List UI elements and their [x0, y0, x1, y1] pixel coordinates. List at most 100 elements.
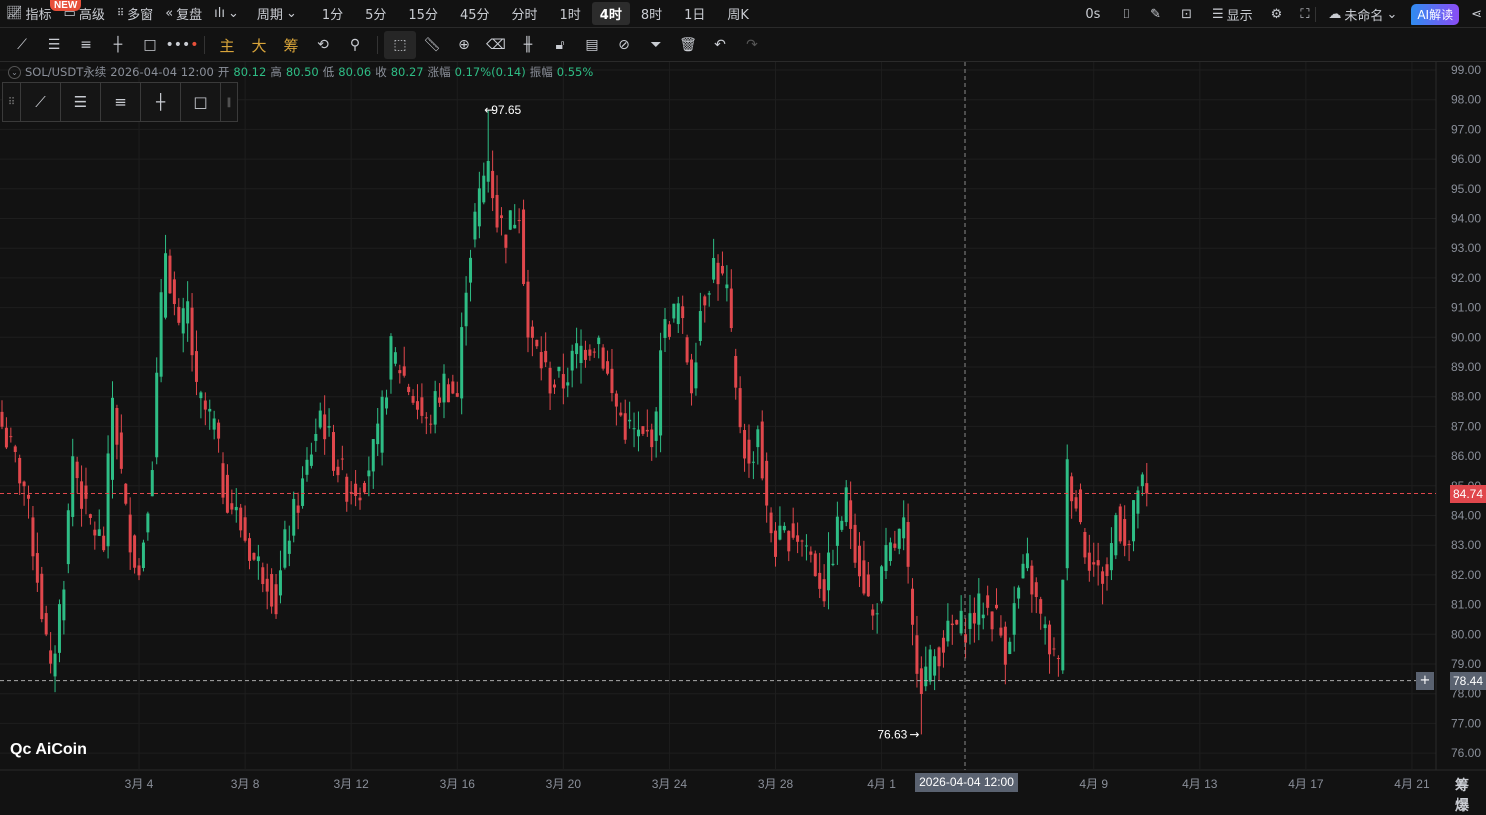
- trend-line-icon[interactable]: ⟋: [6, 31, 38, 59]
- candlestick-chart[interactable]: 99.00 98.00 97.00 96.00 95.00 94.00 93.00 92.00…: [0, 62, 1486, 800]
- candle-body: [274, 584, 278, 615]
- candle-datetime: 2026-04-04 12:00: [110, 65, 214, 79]
- drag-handle-icon[interactable]: ⠿: [3, 83, 21, 121]
- main-indicator-button[interactable]: 主: [211, 31, 243, 59]
- candle-body: [22, 481, 26, 487]
- fullscreen-icon[interactable]: ⛶: [1294, 6, 1317, 22]
- period-tab[interactable]: 分时: [501, 4, 549, 23]
- parallel-lines-icon[interactable]: ☰: [61, 83, 101, 121]
- horizontal-ray-icon[interactable]: ┼: [141, 83, 181, 121]
- multi-window-button[interactable]: ⠿ 多窗: [111, 4, 159, 23]
- zoom-icon[interactable]: ⊕: [448, 31, 480, 59]
- candle-body: [1061, 579, 1065, 671]
- chart-type-dropdown[interactable]: ılı ⌄: [208, 6, 245, 21]
- share-icon[interactable]: ⋖: [1467, 7, 1486, 22]
- link-icon[interactable]: ⊘: [608, 31, 640, 59]
- magnet-icon[interactable]: ⚲: [339, 31, 371, 59]
- period-dropdown[interactable]: 周期 ⌄: [251, 4, 303, 23]
- camera-icon[interactable]: ⌷: [1116, 7, 1136, 22]
- candle-body: [429, 423, 433, 425]
- collapse-icon[interactable]: ⌄: [8, 65, 21, 79]
- trash-icon[interactable]: 🗑︎: [672, 31, 704, 59]
- big-order-button[interactable]: 大: [243, 31, 275, 59]
- settings-icon[interactable]: ⚙: [1265, 7, 1289, 22]
- candle-body: [301, 478, 305, 506]
- candle-body: [835, 516, 839, 546]
- ai-interpret-button[interactable]: AI解读: [1411, 3, 1460, 25]
- candles-icon[interactable]: ╫: [512, 31, 544, 59]
- period-tab[interactable]: 8时: [630, 4, 673, 23]
- new-badge: NEW: [50, 0, 82, 11]
- candle-body: [18, 457, 22, 484]
- layout-name-dropdown[interactable]: ☁ 未命名 ⌄: [1322, 5, 1403, 24]
- candle-body: [309, 454, 313, 466]
- candle-body: [1048, 624, 1052, 655]
- candle-body: [172, 279, 176, 305]
- candle-body: [35, 553, 39, 583]
- rectangle-icon[interactable]: □: [134, 31, 166, 59]
- parallel-lines-icon[interactable]: ☰: [38, 31, 70, 59]
- candle-body: [698, 311, 702, 341]
- candle-body: [345, 476, 349, 502]
- period-tab[interactable]: 45分: [449, 4, 501, 23]
- chip-button[interactable]: 筹: [275, 31, 307, 59]
- candle-body: [787, 530, 791, 552]
- trend-line-icon[interactable]: ⟋: [21, 83, 61, 121]
- rectangle-icon[interactable]: □: [181, 83, 221, 121]
- horizontal-lines-icon[interactable]: ≡: [70, 31, 102, 59]
- x-tick-label: 3月 8: [231, 777, 260, 791]
- more-icon[interactable]: ••• •: [165, 31, 198, 59]
- eraser-icon[interactable]: ⌫: [480, 31, 512, 59]
- select-icon[interactable]: ⬚: [384, 31, 416, 59]
- candle-body: [791, 523, 795, 538]
- candle-body: [796, 535, 800, 542]
- undo-icon[interactable]: ↶: [704, 31, 736, 59]
- pencil-icon[interactable]: ✎: [1144, 7, 1167, 22]
- candle-body: [902, 517, 906, 539]
- candle-body: [915, 635, 919, 674]
- candle-body: [968, 613, 972, 629]
- period-tab[interactable]: 1日: [673, 4, 716, 23]
- candle-body: [1101, 571, 1105, 584]
- candle-body: [756, 429, 760, 448]
- candle-body: [243, 517, 247, 541]
- sync-draw-icon[interactable]: ⟲: [307, 31, 339, 59]
- candle-body: [871, 609, 875, 616]
- period-tab[interactable]: 1分: [311, 4, 354, 23]
- candle-body: [933, 656, 937, 676]
- candle-body: [650, 429, 654, 448]
- period-tab[interactable]: 5分: [354, 4, 397, 23]
- add-alert-icon[interactable]: +: [1416, 672, 1434, 690]
- display-button[interactable]: ☰ 显示: [1206, 5, 1259, 24]
- horizontal-ray-icon[interactable]: ┼: [102, 31, 134, 59]
- period-tab[interactable]: 15分: [397, 4, 449, 23]
- period-tab[interactable]: 4时: [591, 2, 630, 25]
- candle-body: [977, 593, 981, 625]
- grip-icon[interactable]: ‖: [221, 83, 237, 121]
- candle-body: [469, 257, 473, 283]
- candle-body: [53, 653, 57, 677]
- candle-body: [349, 491, 353, 493]
- arrow-left-icon: ←: [484, 103, 494, 117]
- redo-icon[interactable]: ↷: [736, 31, 768, 59]
- candle-body: [84, 485, 88, 499]
- horizontal-lines-icon[interactable]: ≡: [101, 83, 141, 121]
- candle-body: [827, 552, 831, 591]
- add-window-icon[interactable]: ⊡: [1175, 7, 1198, 22]
- lock-icon[interactable]: 🔓︎: [544, 31, 576, 59]
- ruler-icon[interactable]: 📏︎: [416, 31, 448, 59]
- chip-toggle[interactable]: 筹 爆: [1455, 775, 1486, 815]
- candle-body: [857, 545, 861, 577]
- period-tab[interactable]: 1时: [549, 4, 592, 23]
- open-value: 80.12: [233, 65, 267, 79]
- candle-body: [667, 324, 671, 337]
- chevron-down-icon: ⌄: [228, 6, 239, 21]
- replay-button[interactable]: «复盘: [159, 4, 208, 23]
- amplitude-label: 振幅: [529, 65, 553, 79]
- note-icon[interactable]: ▤: [576, 31, 608, 59]
- indicators-button[interactable]: 📈︎ 指标: [0, 4, 58, 23]
- filter-icon[interactable]: ⏷: [640, 31, 672, 59]
- period-tab[interactable]: 周K: [716, 4, 760, 23]
- candle-body: [1118, 506, 1122, 542]
- candle-body: [517, 220, 521, 222]
